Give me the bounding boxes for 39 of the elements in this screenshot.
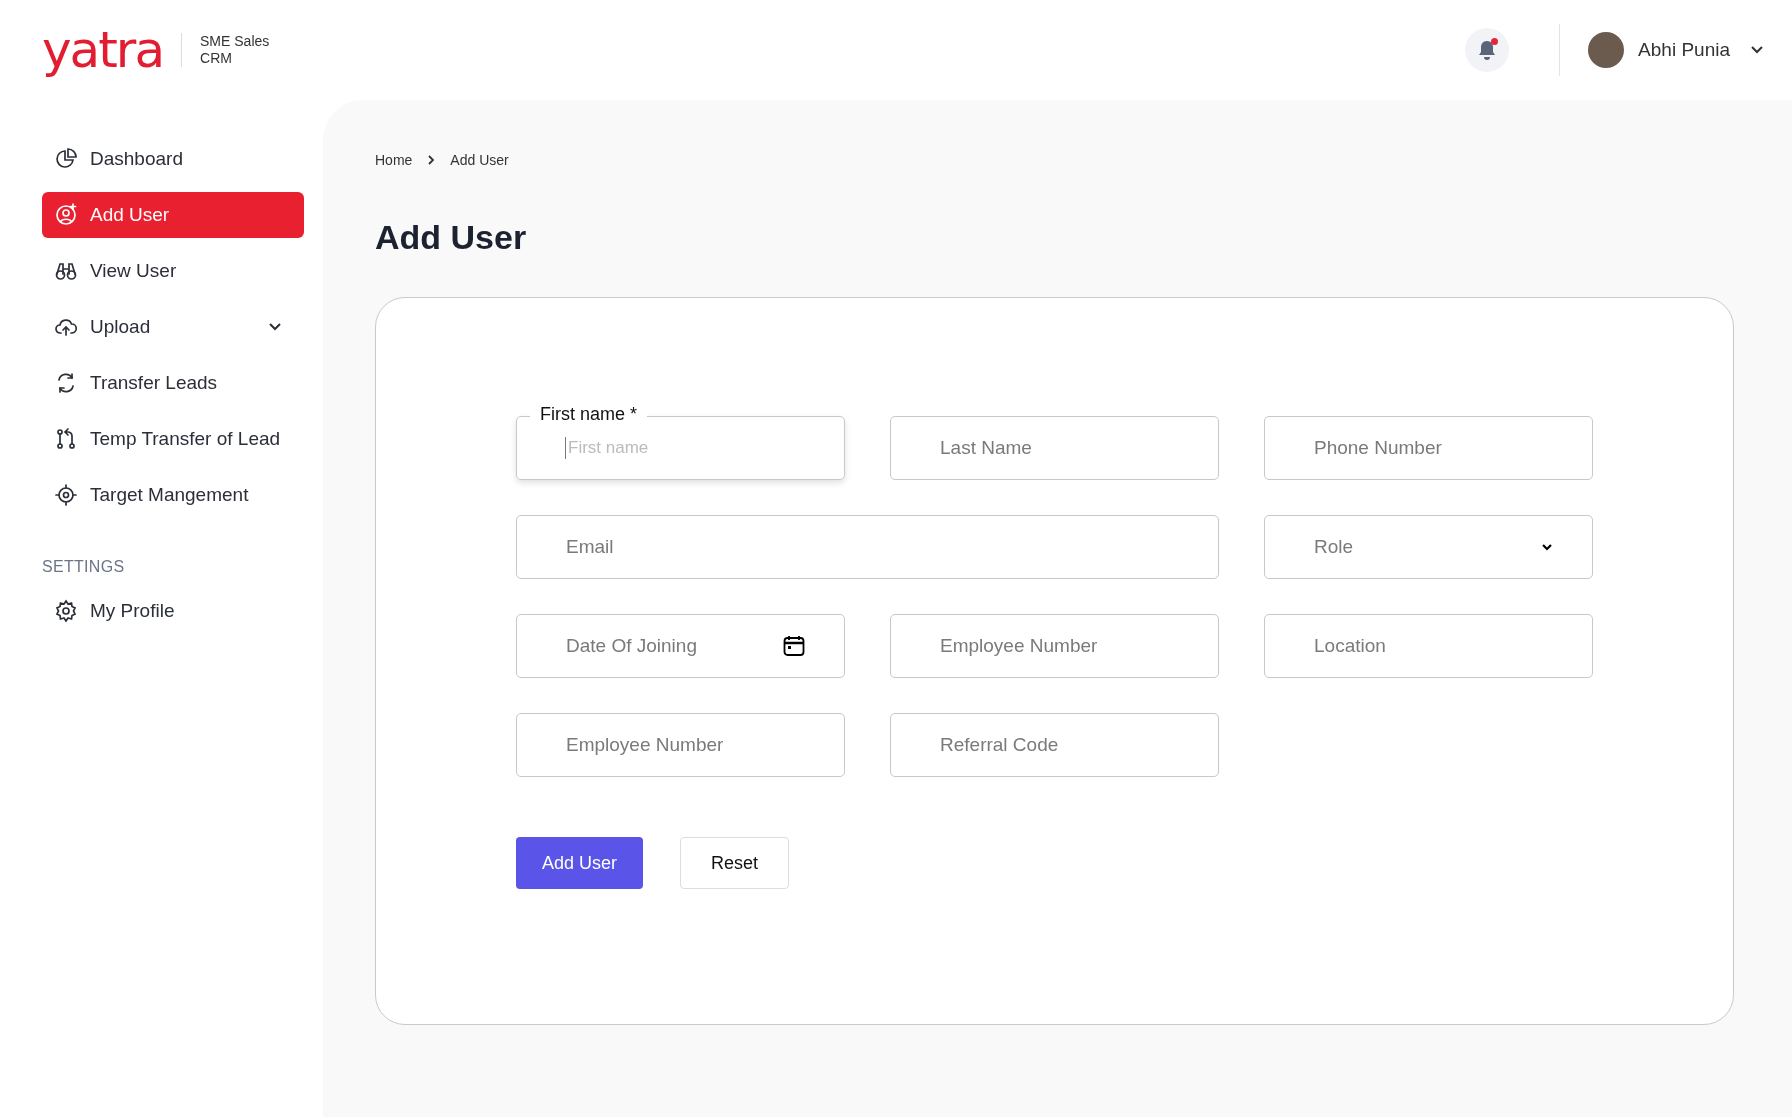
app-subtitle: SME Sales [200, 33, 270, 50]
target-icon [54, 483, 78, 507]
nav-item[interactable]: Upload [42, 304, 304, 350]
input-field[interactable]: Email [516, 515, 1219, 579]
breadcrumb-link[interactable]: Home [375, 152, 413, 168]
logo: yatra [42, 25, 164, 75]
branch-icon [54, 427, 78, 451]
bell-icon [1477, 39, 1498, 61]
chevron-down-icon[interactable] [1750, 45, 1764, 55]
nav-item[interactable]: Add User [42, 192, 304, 238]
reset-button[interactable]: Reset [680, 837, 790, 889]
user-name[interactable]: Abhi Punia [1638, 39, 1730, 61]
user-add-icon [54, 203, 78, 227]
app-subtitle: CRM [200, 50, 233, 67]
input-field[interactable]: Location [1264, 614, 1593, 678]
nav-item[interactable]: Temp Transfer of Lead [42, 416, 304, 462]
nav-item[interactable]: Transfer Leads [42, 360, 304, 406]
input-field[interactable]: Employee Number [890, 614, 1219, 678]
input-field[interactable]: Employee Number [516, 713, 845, 777]
input-field[interactable]: Phone Number [1264, 416, 1593, 480]
submit-button[interactable]: Add User [516, 837, 644, 889]
settings-icon [54, 599, 78, 623]
pie-chart-icon [54, 147, 78, 171]
chevron-down-icon [1540, 542, 1554, 552]
nav-item[interactable]: View User [42, 248, 304, 294]
notification-button[interactable] [1465, 28, 1510, 72]
nav-item[interactable]: My Profile [42, 588, 304, 634]
input-field[interactable]: Referral Code [890, 713, 1219, 777]
calendar-icon[interactable] [782, 634, 806, 658]
role-dropdown[interactable]: Role [1264, 515, 1593, 579]
avatar [1588, 32, 1625, 68]
date-field[interactable]: Date Of Joining [516, 614, 845, 678]
nav-item[interactable]: Target Mangement [42, 472, 304, 518]
page-title: Add User [375, 218, 528, 257]
section-heading: SETTINGS [42, 558, 126, 576]
chevron-right-icon [426, 154, 437, 166]
nav-item[interactable]: Dashboard [42, 136, 304, 182]
input-field[interactable]: Last Name [890, 416, 1219, 480]
chevron-down-icon[interactable] [268, 322, 282, 332]
